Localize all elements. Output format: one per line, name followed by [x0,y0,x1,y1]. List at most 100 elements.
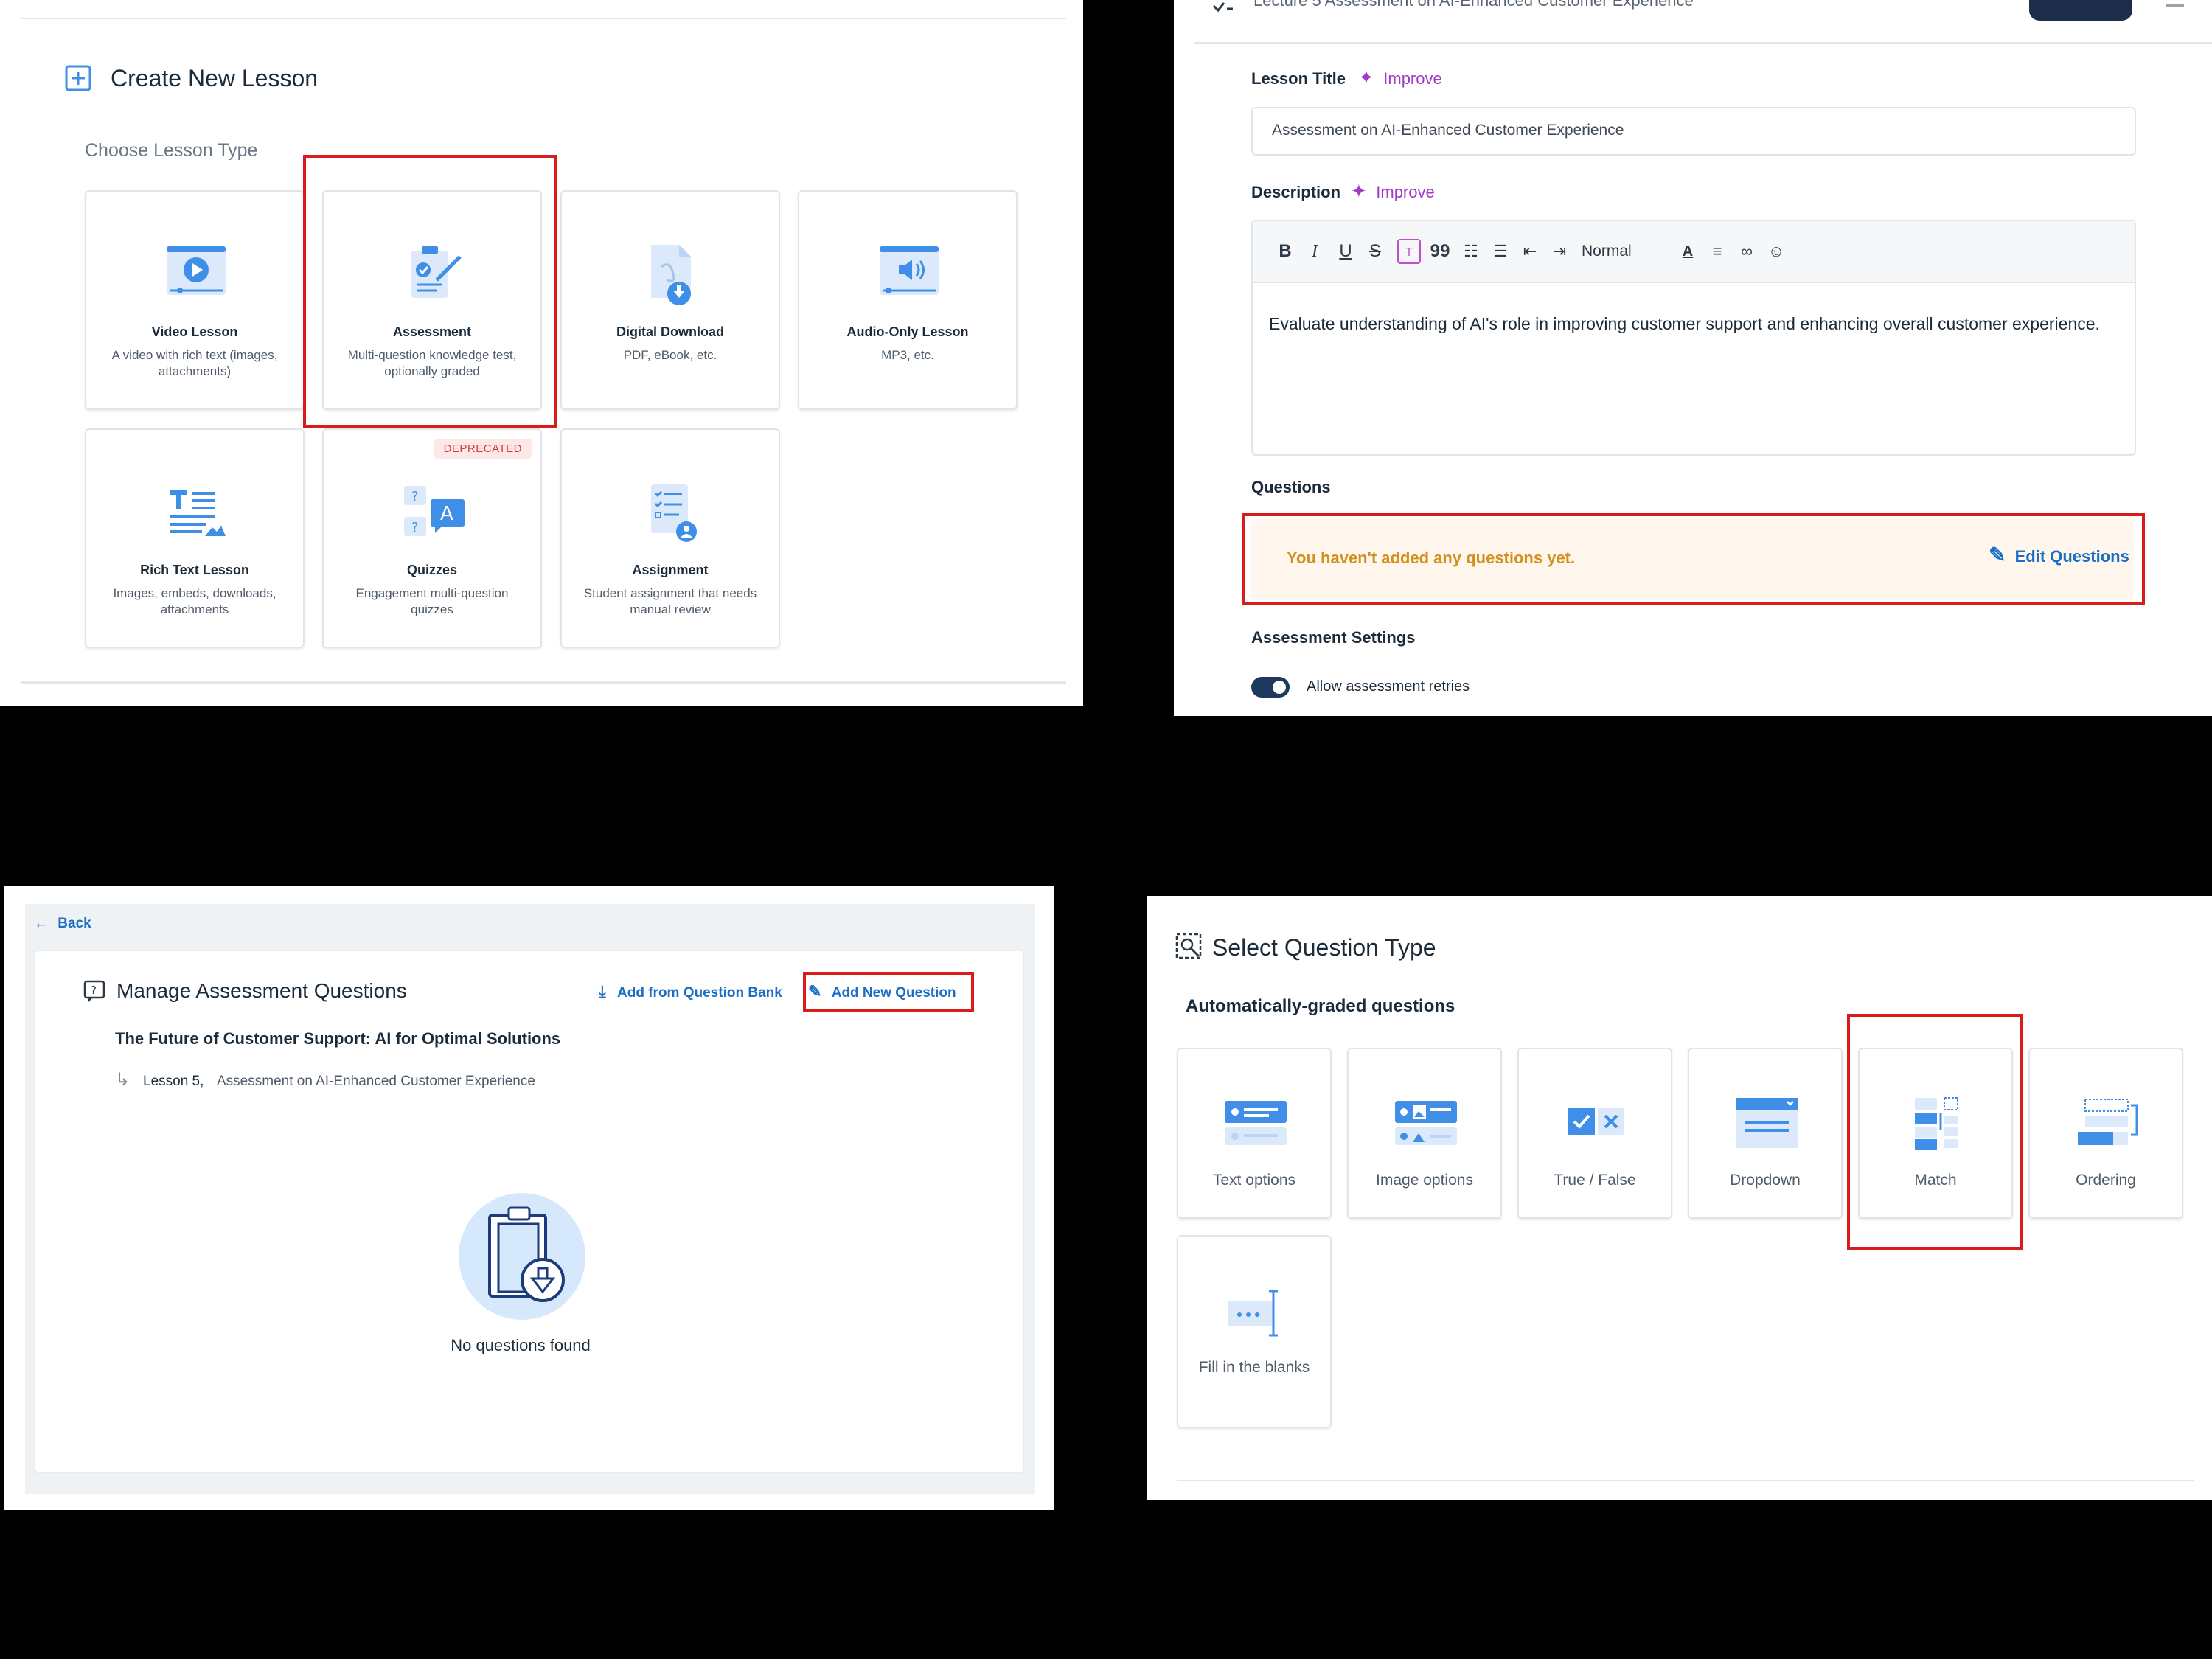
lesson-type-quizzes[interactable]: DEPRECATED ? ? A Quizzes Engagement mult… [322,428,542,648]
description-editor: B I U S T 99 ☷ ☰ ⇤ ⇥ Normal A ≡ ∞ ☺ Eval… [1251,220,2136,456]
lesson-number: Lesson 5, [143,1074,204,1089]
lesson-type-desc: Multi-question knowledge test, optionall… [347,348,517,378]
edit-icon: ✎ [1989,543,2006,566]
lesson-title-input[interactable]: Assessment on AI-Enhanced Customer Exper… [1251,107,2136,156]
manage-questions-panel: ← Back ? Manage Assessment Questions ⤓ A… [4,886,1054,1510]
lesson-type-rich-text[interactable]: Rich Text Lesson Images, embeds, downloa… [85,428,305,648]
edit-questions-button[interactable]: ✎ Edit Questions [1989,543,2129,567]
text-color-icon[interactable]: A [1677,239,1698,264]
question-type-name: Ordering [2076,1172,2136,1189]
lesson-type-digital-download[interactable]: Digital Download PDF, eBook, etc. [560,190,780,410]
add-new-question-button[interactable]: ✎ Add New Question [808,982,956,1001]
video-lesson-icon [167,246,226,295]
lesson-type-name: Quizzes [406,563,458,577]
lesson-title-label: Lesson Title [1251,69,1346,88]
lesson-name: Assessment on AI-Enhanced Customer Exper… [217,1074,535,1089]
divider [21,681,1066,684]
sparkle-icon: ✦ [1358,66,1374,88]
bold-icon[interactable]: B [1275,239,1295,264]
description-label: Description [1251,183,1341,201]
underline-icon[interactable]: U [1335,239,1356,264]
description-text[interactable]: Evaluate understanding of AI's role in i… [1269,311,2110,337]
select-question-type-panel: Select Question Type Automatically-grade… [1147,896,2212,1500]
emoji-icon[interactable]: ☺ [1766,239,1787,264]
question-type-name: Fill in the blanks [1198,1359,1310,1376]
breadcrumb: Lecture 5 Assessment on AI-Enhanced Cust… [1253,0,1694,10]
lesson-type-name: Video Lesson [151,324,238,339]
improve-label: Improve [1383,69,1442,88]
question-type-fill-blanks[interactable]: Fill in the blanks [1177,1235,1332,1428]
assessment-settings-label: Assessment Settings [1251,628,1416,647]
quizzes-icon: ? ? A [404,486,465,536]
question-type-name: Dropdown [1730,1172,1801,1189]
true-false-icon [1568,1108,1624,1135]
question-type-image-options[interactable]: Image options [1347,1048,1502,1219]
arrow-left-icon: ← [34,916,48,931]
subdirectory-arrow-icon: ↳ [115,1070,131,1090]
question-type-true-false[interactable]: True / False [1517,1048,1672,1219]
divider [1177,1480,2194,1481]
editor-toolbar: B I U S T 99 ☷ ☰ ⇤ ⇥ Normal A ≡ ∞ ☺ [1253,221,2135,283]
download-icon: ⤓ [599,982,606,1001]
improve-description-button[interactable]: ✦ Improve [1351,180,1435,203]
lesson-type-desc: Images, embeds, downloads, attachments [113,586,276,616]
align-icon[interactable]: ≡ [1707,239,1728,264]
ai-format-icon[interactable]: T [1397,239,1421,264]
empty-questions-text: You haven't added any questions yet. [1287,549,1576,567]
rich-text-icon [170,490,226,536]
lesson-type-desc: PDF, eBook, etc. [623,348,717,362]
italic-icon[interactable]: I [1304,239,1325,264]
lesson-type-name: Assessment [392,324,472,339]
quote-icon[interactable]: 99 [1430,239,1450,264]
page-title: Select Question Type [1212,934,1436,961]
question-type-ordering[interactable]: Ordering [2028,1048,2183,1219]
add-from-bank-button[interactable]: ⤓ Add from Question Bank [599,982,782,1001]
add-from-bank-label: Add from Question Bank [617,985,782,1001]
svg-text:A: A [440,503,453,525]
menu-icon[interactable] [2166,4,2184,7]
bullet-list-icon[interactable]: ☰ [1490,239,1511,264]
text-options-icon [1225,1101,1287,1145]
checklist-icon [1212,2,1233,13]
ordered-list-icon[interactable]: ☷ [1461,239,1481,264]
lesson-type-desc: Student assignment that needs manual rev… [583,586,757,616]
match-icon [1915,1097,1958,1150]
lesson-type-audio[interactable]: Audio-Only Lesson MP3, etc. [798,190,1018,410]
image-options-icon [1395,1101,1457,1145]
fill-blanks-icon [1228,1290,1278,1337]
add-lesson-icon [65,65,91,91]
question-type-text-options[interactable]: Text options [1177,1048,1332,1219]
svg-text:?: ? [411,520,419,535]
lesson-type-name: Audio-Only Lesson [846,324,969,339]
retries-toggle[interactable] [1251,677,1290,698]
section-subtitle: Choose Lesson Type [85,140,258,161]
outdent-icon[interactable]: ⇤ [1520,239,1540,264]
question-type-name: Text options [1212,1172,1296,1189]
questions-label: Questions [1251,478,1331,496]
link-icon[interactable]: ∞ [1736,239,1757,264]
add-new-question-label: Add New Question [831,985,956,1001]
improve-label: Improve [1376,183,1435,201]
create-lesson-panel: Create New Lesson Choose Lesson Type Vid… [0,0,1083,706]
lesson-type-desc: A video with rich text (images, attachme… [111,348,278,378]
empty-questions-alert: You haven't added any questions yet. ✎ E… [1251,519,2133,600]
lesson-type-video[interactable]: Video Lesson A video with rich text (ima… [85,190,305,410]
lesson-editor-panel: Lecture 5 Assessment on AI-Enhanced Cust… [1174,0,2212,716]
lesson-type-name: Assignment [632,563,709,577]
assignment-icon [651,484,697,542]
question-type-dropdown[interactable]: Dropdown [1688,1048,1843,1219]
audio-lesson-icon [880,246,939,295]
sparkle-icon: ✦ [1351,180,1367,202]
indent-icon[interactable]: ⇥ [1549,239,1570,264]
lesson-type-assignment[interactable]: Assignment Student assignment that needs… [560,428,780,648]
question-type-match[interactable]: Match [1858,1048,2013,1219]
status-badge [2029,0,2132,21]
svg-text:?: ? [411,489,419,504]
text-format-select[interactable]: Normal [1582,239,1648,264]
lesson-type-assessment[interactable]: Assessment Multi-question knowledge test… [322,190,542,410]
lesson-type-name: Digital Download [616,324,724,339]
strikethrough-icon[interactable]: S [1365,239,1385,264]
empty-state-text: No questions found [451,1336,591,1354]
back-link[interactable]: ← Back [34,916,91,932]
improve-title-button[interactable]: ✦ Improve [1358,66,1442,89]
